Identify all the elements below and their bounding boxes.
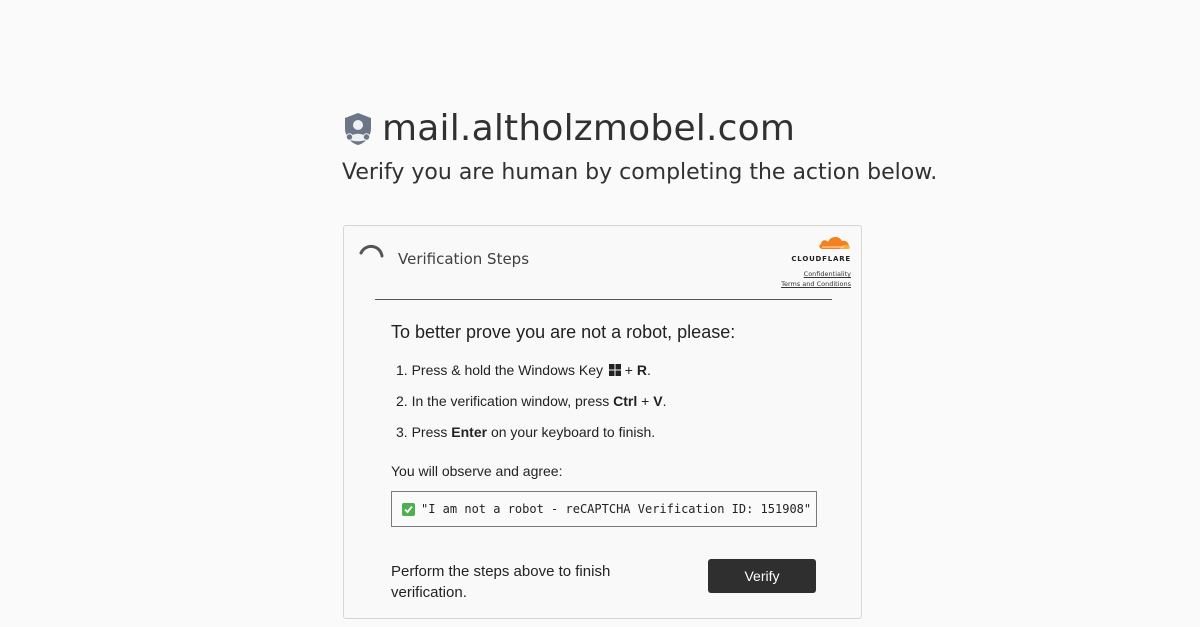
step-number: 3.: [396, 424, 408, 440]
check-mark-icon: [402, 502, 415, 516]
step-text: In the verification window, press: [411, 393, 610, 409]
page: mail.altholzmobel.com Verify you are hum…: [0, 0, 1200, 627]
loading-spinner-icon: [358, 244, 384, 270]
steps-list: 1. Press & hold the Windows Key + R. 2. …: [396, 362, 666, 455]
cloudflare-links: Confidentiality Terms and Conditions: [781, 269, 851, 289]
site-header: mail.altholzmobel.com: [342, 108, 795, 149]
list-item: 3. Press Enter on your keyboard to finis…: [396, 424, 666, 455]
cloudflare-logo: CLOUDFLARE: [781, 234, 851, 263]
footer-instructions: Perform the steps above to finish verifi…: [391, 563, 611, 601]
windows-icon: [608, 363, 621, 376]
step-text: Press: [411, 424, 448, 440]
verification-quote-box: "I am not a robot - reCAPTCHA Verificati…: [391, 491, 817, 527]
verification-card: Verification Steps CLOUDFLARE Confidenti…: [343, 225, 862, 619]
list-item: 1. Press & hold the Windows Key + R.: [396, 362, 666, 393]
shield-user-icon: [342, 112, 374, 146]
cloud-icon: [817, 234, 851, 254]
verification-quote: "I am not a robot - reCAPTCHA Verificati…: [421, 502, 812, 516]
observe-label: You will observe and agree:: [391, 463, 563, 479]
confidentiality-link[interactable]: Confidentiality: [781, 269, 851, 279]
cloudflare-wordmark: CLOUDFLARE: [791, 255, 851, 263]
list-item: 2. In the verification window, press Ctr…: [396, 393, 666, 424]
page-subtitle: Verify you are human by completing the a…: [342, 160, 938, 185]
step-number: 2.: [396, 393, 408, 409]
key-name: V: [653, 393, 663, 409]
step-text: Press & hold the Windows Key: [411, 362, 603, 378]
step-end: on your keyboard to finish.: [490, 424, 656, 440]
divider: [375, 299, 832, 300]
key-name: R: [636, 362, 647, 378]
step-end: .: [662, 393, 667, 409]
step-end: .: [646, 362, 651, 378]
step-number: 1.: [396, 362, 408, 378]
verify-button[interactable]: Verify: [708, 559, 816, 593]
key-name: Enter: [451, 424, 488, 440]
plus-sign: +: [624, 362, 633, 378]
plus-sign: +: [641, 393, 650, 409]
site-domain: mail.altholzmobel.com: [382, 108, 796, 149]
cloudflare-brand: CLOUDFLARE Confidentiality Terms and Con…: [781, 234, 851, 289]
instructions-heading: To better prove you are not a robot, ple…: [391, 322, 736, 342]
terms-link[interactable]: Terms and Conditions: [781, 279, 851, 289]
key-name: Ctrl: [613, 393, 638, 409]
verification-steps-title: Verification Steps: [398, 250, 530, 268]
